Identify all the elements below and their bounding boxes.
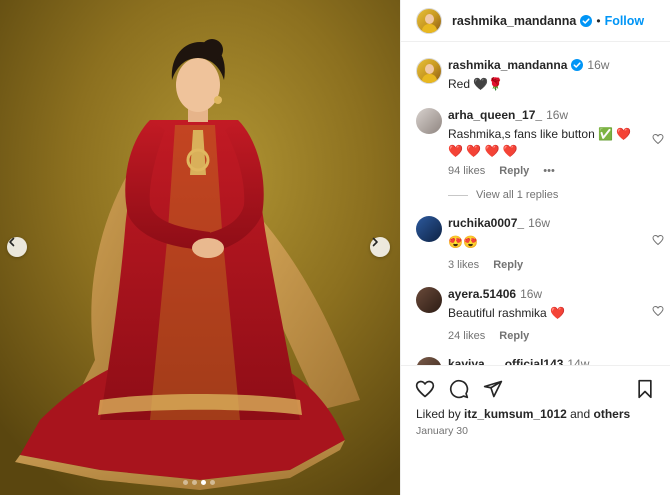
carousel-indicator [183, 480, 215, 485]
replies-divider [448, 194, 468, 196]
share-paper-plane-icon[interactable] [483, 379, 503, 399]
previous-slide-button[interactable] [7, 237, 27, 257]
more-options-button[interactable]: ••• [543, 165, 555, 177]
comment-text: 😍😍 [448, 235, 478, 249]
comment-text: Rashmika,s fans like button ✅ ❤️ ❤️ ❤️ ❤… [448, 127, 632, 158]
comment-time[interactable]: 14w [567, 357, 589, 365]
comment-icon[interactable] [449, 379, 469, 399]
carousel-dot-active [201, 480, 206, 485]
chevron-left-icon [9, 237, 15, 247]
verified-badge-icon [580, 14, 593, 27]
next-slide-button[interactable] [370, 237, 390, 257]
post-header: rashmika_mandanna • Follow [401, 0, 670, 42]
caption-time[interactable]: 16w [587, 58, 609, 72]
comments-list: rashmika_mandanna 16w Red 🖤🌹 arha_queen_1… [401, 43, 670, 365]
comment-username[interactable]: arha_queen_17_ [448, 108, 542, 122]
reply-button[interactable]: Reply [499, 330, 529, 342]
comment-likes[interactable]: 24 likes [448, 330, 485, 342]
like-comment-heart-icon[interactable] [652, 133, 664, 145]
chevron-right-icon [372, 237, 378, 247]
follow-button[interactable]: Follow [605, 14, 645, 28]
caption-avatar[interactable] [416, 58, 442, 84]
verified-badge-icon [571, 59, 584, 71]
commenter-avatar[interactable] [416, 287, 442, 313]
liked-by-and: and [570, 407, 591, 421]
post-photo [0, 0, 400, 495]
view-replies-button[interactable]: View all 1 replies [448, 189, 558, 201]
commenter-avatar[interactable] [416, 216, 442, 242]
photo-illustration [0, 0, 400, 495]
author-username[interactable]: rashmika_mandanna [452, 14, 576, 28]
commenter-avatar[interactable] [416, 357, 442, 365]
comment-username[interactable]: ayera.51406 [448, 287, 516, 301]
caption-text: Red 🖤🌹 [448, 77, 504, 91]
comment-time[interactable]: 16w [520, 287, 542, 301]
like-comment-heart-icon[interactable] [652, 234, 664, 246]
like-heart-icon[interactable] [415, 379, 435, 399]
view-replies-label[interactable]: View all 1 replies [476, 189, 558, 201]
comment-likes[interactable]: 3 likes [448, 259, 479, 271]
comment-text: Beautiful rashmika ❤️ [448, 306, 565, 320]
save-bookmark-icon[interactable] [635, 379, 655, 399]
reply-button[interactable]: Reply [499, 165, 529, 177]
liked-by-prefix: Liked by [416, 407, 461, 421]
post-date[interactable]: January 30 [416, 425, 468, 437]
carousel-dot [210, 480, 215, 485]
comment-likes[interactable]: 94 likes [448, 165, 485, 177]
caption-username[interactable]: rashmika_mandanna [448, 58, 567, 72]
liked-by-line: Liked by itz_kumsum_1012 and others [416, 407, 630, 421]
comment-time[interactable]: 16w [546, 108, 568, 122]
liked-by-others[interactable]: others [594, 407, 631, 421]
reply-button[interactable]: Reply [493, 259, 523, 271]
comment-username[interactable]: kaviya___official143 [448, 357, 563, 365]
post-actions: Liked by itz_kumsum_1012 and others Janu… [401, 365, 670, 495]
commenter-avatar[interactable] [416, 108, 442, 134]
like-comment-heart-icon[interactable] [652, 305, 664, 317]
post-side-panel: rashmika_mandanna • Follow rashmika_mand… [400, 0, 670, 495]
carousel-dot [183, 480, 188, 485]
comment-time[interactable]: 16w [528, 216, 550, 230]
header-separator: • [596, 13, 601, 28]
comment-username[interactable]: ruchika0007_ [448, 216, 524, 230]
author-avatar[interactable] [416, 7, 442, 34]
carousel-dot [192, 480, 197, 485]
liked-by-user[interactable]: itz_kumsum_1012 [464, 407, 567, 421]
